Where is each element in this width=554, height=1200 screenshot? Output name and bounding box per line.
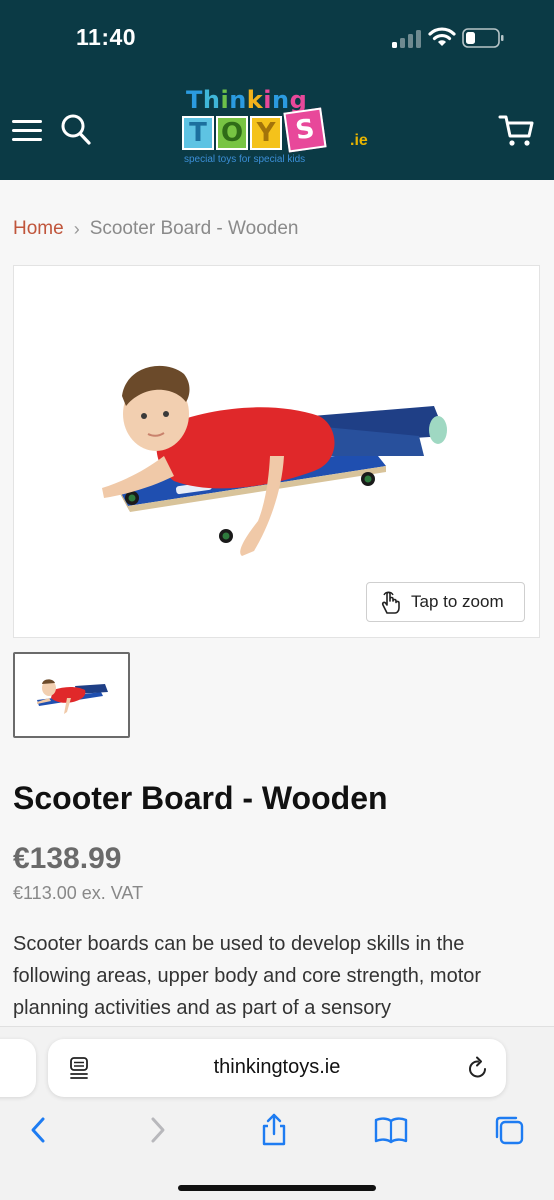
browser-toolbar: thinkingtoys.ie (0, 1026, 554, 1200)
logo-ie-suffix: .ie (350, 132, 368, 149)
share-icon[interactable] (257, 1113, 291, 1147)
back-icon[interactable] (22, 1113, 56, 1147)
search-icon[interactable] (60, 113, 92, 147)
breadcrumb-home-link[interactable]: Home (13, 218, 64, 240)
tap-to-zoom-label: Tap to zoom (411, 592, 504, 611)
battery-icon (462, 28, 504, 48)
previous-tab-peek[interactable] (0, 1039, 36, 1097)
reload-icon[interactable] (466, 1055, 490, 1081)
home-indicator[interactable] (178, 1185, 376, 1191)
hand-pointer-icon (381, 591, 400, 614)
product-title: Scooter Board - Wooden (13, 780, 388, 816)
thinking-toys-logo[interactable]: Thinking T O Y S .ie special toys for sp… (182, 86, 378, 168)
status-time: 11:40 (76, 24, 137, 50)
product-image[interactable]: Tap to zoom (13, 265, 540, 638)
product-thumbnail[interactable] (13, 652, 130, 738)
tap-to-zoom-button[interactable]: Tap to zoom (366, 582, 525, 622)
breadcrumb-current: Scooter Board - Wooden (89, 218, 299, 239)
breadcrumb-separator: › (73, 218, 80, 239)
product-description: Scooter boards can be used to develop sk… (13, 933, 482, 1019)
tabs-icon[interactable] (492, 1113, 526, 1147)
address-bar[interactable]: thinkingtoys.ie (48, 1039, 506, 1097)
product-price: €138.99 (13, 842, 122, 875)
logo-thinking-wordmark: Thinking (186, 86, 308, 114)
forward-icon[interactable] (140, 1113, 174, 1147)
wifi-icon (428, 27, 456, 46)
site-header: 11:40 Thinking T O Y S .ie special toys … (0, 0, 554, 180)
hamburger-menu-icon[interactable] (12, 118, 42, 144)
logo-tagline: special toys for special kids (184, 154, 306, 165)
product-price-ex-vat: €113.00 ex. VAT (13, 883, 144, 903)
cellular-signal-icon (392, 30, 422, 48)
thumbnail-photo (37, 679, 108, 714)
breadcrumb: Home › Scooter Board - Wooden (13, 218, 298, 240)
cart-icon[interactable] (498, 112, 536, 148)
url-text: thinkingtoys.ie (213, 1056, 341, 1078)
bookmarks-icon[interactable] (374, 1113, 408, 1147)
